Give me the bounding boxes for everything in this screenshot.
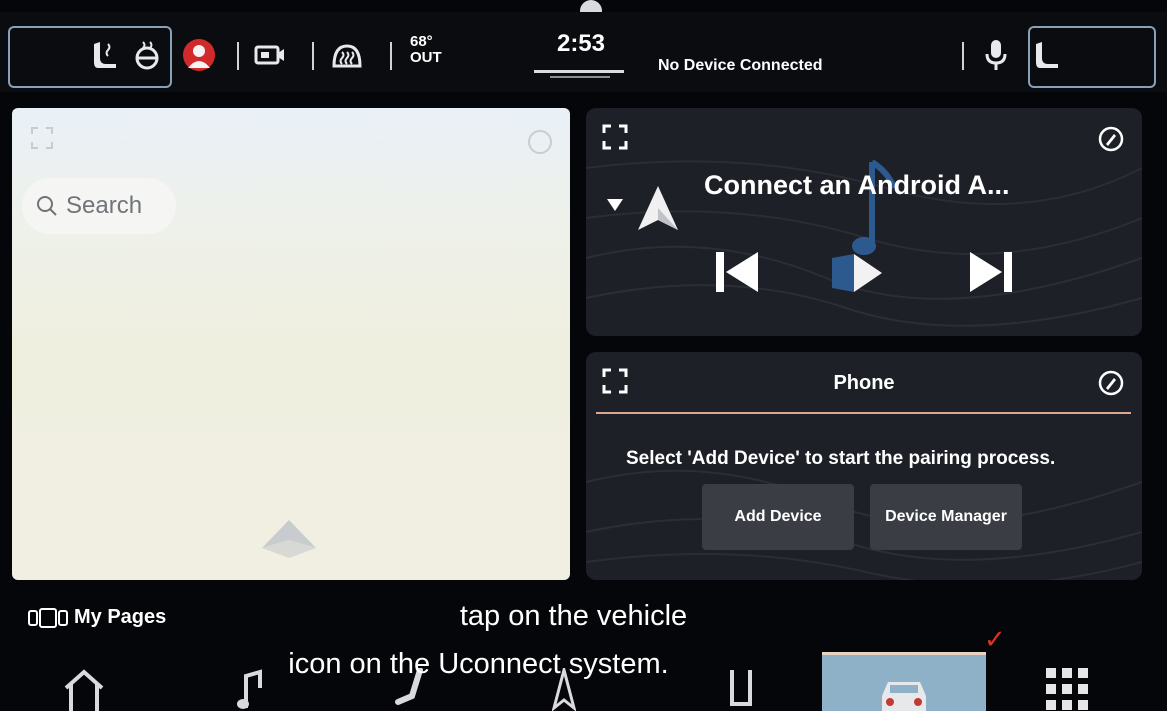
previous-track-icon[interactable] [714,250,760,294]
steering-wheel-heat-icon[interactable] [134,38,160,72]
phone-widget[interactable]: Phone Select 'Add Device' to start the p… [586,352,1142,580]
play-icon[interactable] [826,250,884,296]
search-input[interactable]: Search [22,178,176,234]
chevron-down-icon[interactable] [606,198,624,212]
temperature-value: 68° [410,33,433,50]
connection-status: No Device Connected [658,57,823,74]
divider [962,42,964,70]
passenger-seat-icon[interactable] [1036,38,1064,72]
divider [237,42,239,70]
caption-line-2: icon on the Uconnect system. [288,648,669,680]
clock-underline-secondary [550,76,610,78]
phone-title: Phone [833,372,895,394]
heated-seat-icon[interactable] [92,38,120,72]
android-auto-icon [638,186,678,230]
expand-icon[interactable] [602,124,628,155]
vehicle-icon[interactable] [876,676,932,711]
clock: 2:53 [556,30,606,57]
divider [390,42,392,70]
edit-icon[interactable] [528,130,552,154]
vehicle-position-arrow-icon [258,518,320,567]
outside-temperature: 68° OUT [410,34,442,66]
accent-divider [596,412,1131,414]
microphone-icon[interactable] [984,38,1008,72]
expand-icon[interactable] [30,126,54,155]
status-bar: 68° OUT 2:53 No Device Connected [0,12,1167,92]
divider [312,42,314,70]
media-widget[interactable]: Connect an Android A... [586,108,1142,336]
device-manager-button[interactable]: Device Manager [870,484,1022,550]
caption-line-1: tap on the vehicle [459,600,688,632]
pairing-message: Select 'Add Device' to start the pairing… [626,448,1056,469]
defrost-icon[interactable] [330,38,364,72]
map-widget[interactable]: Search [12,108,570,580]
media-title: Connect an Android A... [704,170,1010,200]
add-device-button[interactable]: Add Device [702,484,854,550]
temperature-unit: OUT [410,49,442,66]
driver-profile-icon[interactable] [182,38,216,72]
search-icon [37,196,57,216]
clock-underline [534,70,624,73]
camera-icon[interactable] [254,38,286,72]
edit-icon[interactable] [1098,126,1124,152]
uconnect-screen: 68° OUT 2:53 No Device Connected Search [0,0,1167,711]
next-track-icon[interactable] [968,250,1014,294]
edit-icon[interactable] [1098,370,1124,396]
search-placeholder: Search [66,192,143,219]
